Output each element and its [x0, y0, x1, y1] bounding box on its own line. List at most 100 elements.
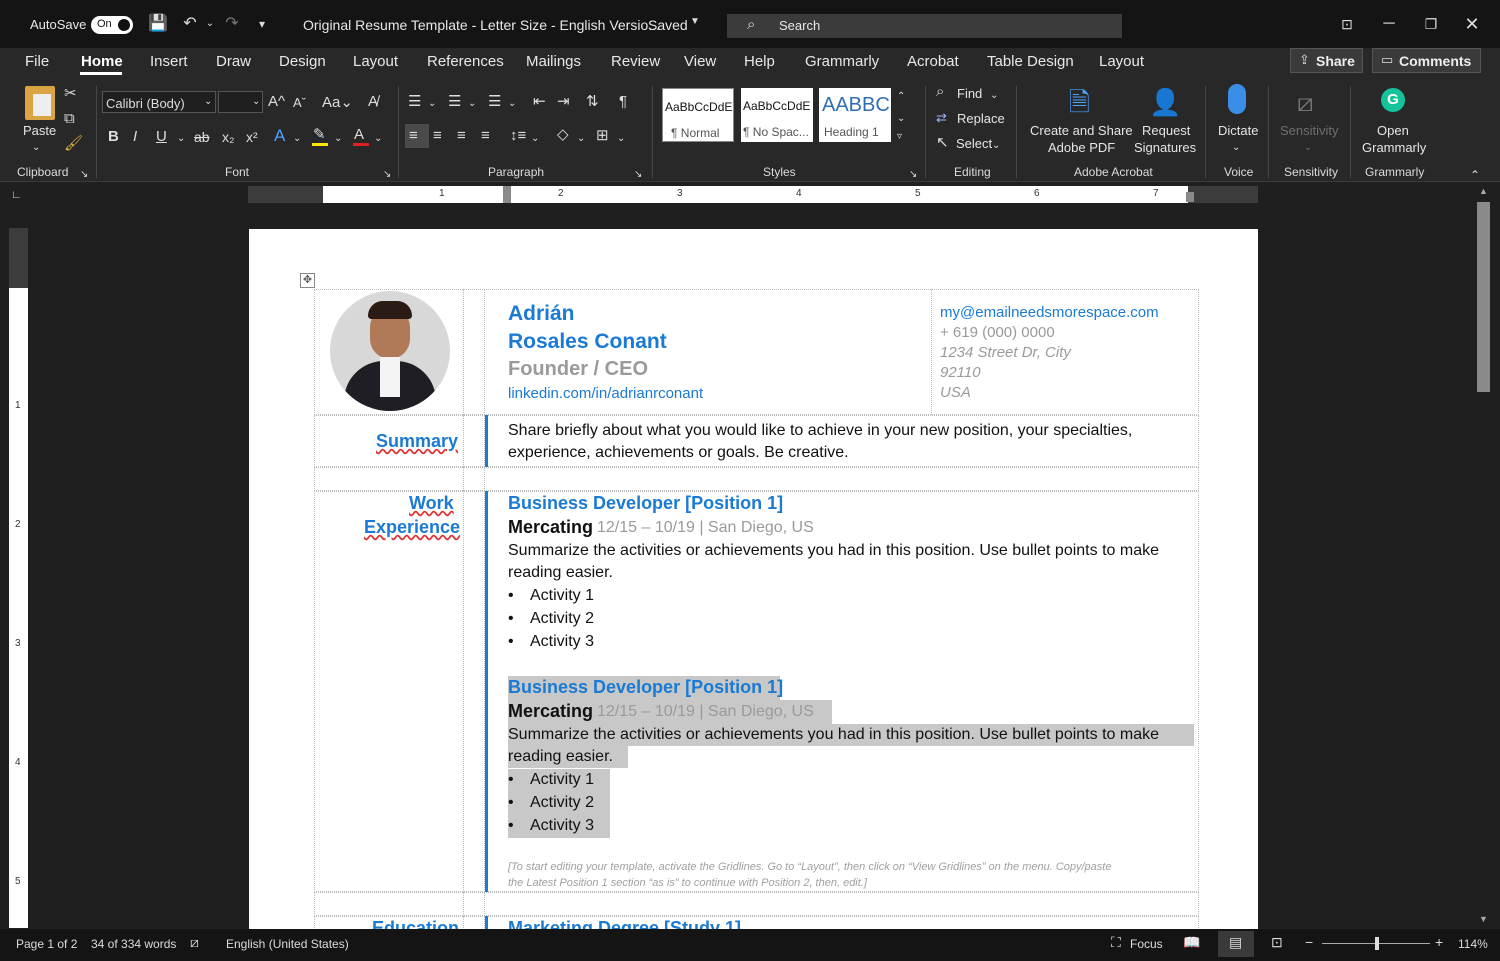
- clear-formatting-icon[interactable]: A̸: [368, 93, 378, 111]
- highlight-icon[interactable]: ✎: [313, 126, 326, 144]
- focus-label[interactable]: Focus: [1130, 937, 1163, 951]
- scroll-thumb[interactable]: [1477, 202, 1490, 392]
- page-count[interactable]: Page 1 of 2: [16, 937, 77, 951]
- tab-table-design[interactable]: Table Design: [987, 53, 1074, 70]
- microphone-icon[interactable]: [1228, 84, 1246, 114]
- paste-icon[interactable]: [25, 86, 55, 120]
- indent-marker[interactable]: [503, 186, 511, 203]
- multilevel-dropdown-icon[interactable]: ⌄: [508, 95, 516, 113]
- search-box[interactable]: ⌕ Search: [727, 14, 1122, 38]
- styles-scroll-down-icon[interactable]: ⌄: [897, 110, 905, 128]
- underline-icon[interactable]: U: [156, 128, 167, 146]
- numbering-icon[interactable]: ☰: [448, 93, 461, 111]
- align-right-icon[interactable]: ≡: [457, 127, 466, 145]
- focus-icon[interactable]: ⛶: [1111, 934, 1121, 951]
- create-share-label[interactable]: Create and Share: [1030, 123, 1133, 138]
- show-formatting-icon[interactable]: ¶: [619, 93, 627, 111]
- autosave-toggle[interactable]: On: [91, 16, 133, 34]
- format-painter-icon[interactable]: 🖌: [64, 135, 83, 153]
- right-indent-marker[interactable]: [1186, 192, 1194, 202]
- horizontal-ruler[interactable]: 1 2 3 4 5 6 7: [248, 186, 1258, 203]
- vertical-scrollbar[interactable]: ▲ ▼: [1476, 186, 1491, 928]
- saved-status[interactable]: Saved: [648, 17, 688, 33]
- share-button[interactable]: ⇪ Share: [1290, 48, 1363, 73]
- shrink-font-icon[interactable]: Aˇ: [293, 94, 306, 112]
- template-note[interactable]: [To start editing your template, activat…: [508, 861, 1111, 873]
- job-company[interactable]: Mercating: [508, 517, 593, 538]
- style-no-spacing[interactable]: AaBbCcDdE ¶ No Spac...: [741, 88, 813, 142]
- word-count[interactable]: 34 of 334 words: [91, 937, 176, 951]
- style-heading-1[interactable]: AABBC( Heading 1: [819, 88, 891, 142]
- zoom-out-icon[interactable]: −: [1305, 934, 1313, 950]
- comments-button[interactable]: ▭ Comments: [1372, 48, 1481, 73]
- change-case-icon[interactable]: Aa⌄: [322, 94, 353, 112]
- align-center-icon[interactable]: ≡: [433, 127, 442, 145]
- dictate-dropdown-icon[interactable]: ⌄: [1232, 139, 1240, 157]
- last-name[interactable]: Rosales Conant: [508, 330, 667, 354]
- styles-launcher-icon[interactable]: ↘: [909, 166, 917, 184]
- borders-dropdown-icon[interactable]: ⌄: [617, 130, 625, 148]
- highlight-dropdown-icon[interactable]: ⌄: [334, 130, 342, 148]
- job-description-cont[interactable]: reading easier.: [508, 564, 613, 582]
- underline-dropdown-icon[interactable]: ⌄: [177, 130, 185, 148]
- align-left-button[interactable]: ≡: [405, 124, 429, 148]
- tab-mailings[interactable]: Mailings: [526, 53, 581, 70]
- tab-home[interactable]: Home: [81, 53, 123, 70]
- bullets-dropdown-icon[interactable]: ⌄: [428, 95, 436, 113]
- numbering-dropdown-icon[interactable]: ⌄: [468, 95, 476, 113]
- redo-icon[interactable]: ↷: [220, 12, 244, 36]
- scroll-down-icon[interactable]: ▼: [1479, 914, 1488, 924]
- select-icon[interactable]: ↖: [936, 134, 949, 152]
- web-layout-icon[interactable]: ⊡: [1271, 934, 1283, 951]
- study-title[interactable]: Marketing Degree [Study 1]: [508, 918, 741, 929]
- save-icon[interactable]: 💾: [146, 12, 170, 36]
- tab-references[interactable]: References: [427, 53, 504, 70]
- superscript-icon[interactable]: x²: [246, 128, 258, 146]
- saved-dropdown-icon[interactable]: ▼: [690, 16, 700, 27]
- font-name-box[interactable]: Calibri (Body) ⌄: [102, 91, 216, 113]
- create-share-label-2[interactable]: Adobe PDF: [1048, 140, 1115, 155]
- tab-acrobat[interactable]: Acrobat: [907, 53, 959, 70]
- copy-icon[interactable]: ⧉: [64, 110, 75, 128]
- scroll-up-icon[interactable]: ▲: [1479, 186, 1488, 196]
- email-link[interactable]: my@emailneedsmorespace.com: [940, 304, 1159, 321]
- template-note-cont[interactable]: the Latest Position 1 section “as is” to…: [508, 877, 867, 889]
- summary-text[interactable]: Share briefly about what you would like …: [508, 420, 1198, 464]
- zip-text[interactable]: 92110: [940, 364, 981, 381]
- tab-view[interactable]: View: [684, 53, 716, 70]
- job-company[interactable]: Mercating: [508, 701, 593, 722]
- line-spacing-dropdown-icon[interactable]: ⌄: [531, 130, 539, 148]
- education-heading[interactable]: Education: [372, 918, 459, 929]
- line-spacing-icon[interactable]: ↕≡: [510, 127, 526, 145]
- find-icon[interactable]: ⌕: [936, 83, 944, 101]
- tab-table-layout[interactable]: Layout: [1099, 53, 1144, 70]
- paste-label[interactable]: Paste: [23, 123, 56, 138]
- customize-toolbar-icon[interactable]: ▾: [250, 12, 274, 36]
- decrease-indent-icon[interactable]: ⇤: [533, 93, 546, 111]
- summary-heading[interactable]: Summary: [376, 431, 458, 452]
- sort-icon[interactable]: ⇅: [586, 93, 599, 111]
- bullets-icon[interactable]: ☰: [408, 93, 421, 111]
- job-description[interactable]: Summarize the activities or achievements…: [508, 726, 1159, 744]
- shading-icon[interactable]: ◇: [557, 126, 569, 144]
- proofing-icon[interactable]: ⧄: [190, 934, 199, 951]
- activity-item[interactable]: Activity 2: [530, 794, 594, 812]
- minimize-icon[interactable]: ─: [1377, 12, 1401, 36]
- strikethrough-icon[interactable]: ab: [194, 128, 210, 146]
- document-page[interactable]: ✥ Adrián Rosales Conant Founder / CEO li…: [249, 229, 1258, 929]
- open-grammarly-label[interactable]: Open: [1377, 123, 1409, 138]
- activity-item[interactable]: Activity 1: [530, 771, 594, 789]
- request-label[interactable]: Request: [1142, 123, 1190, 138]
- replace-icon[interactable]: ⇄: [936, 109, 947, 127]
- select-label[interactable]: Select: [956, 136, 992, 151]
- phone-text[interactable]: + 619 (000) 0000: [940, 324, 1055, 341]
- find-dropdown-icon[interactable]: ⌄: [990, 87, 998, 105]
- grow-font-icon[interactable]: A^: [268, 93, 285, 111]
- grammarly-icon[interactable]: G: [1381, 88, 1405, 112]
- style-normal[interactable]: AaBbCcDdE ¶ Normal: [662, 88, 734, 142]
- table-move-handle-icon[interactable]: ✥: [300, 273, 315, 288]
- paragraph-launcher-icon[interactable]: ↘: [634, 166, 642, 184]
- vertical-ruler[interactable]: 1 2 3 4 5: [9, 228, 28, 928]
- clipboard-launcher-icon[interactable]: ↘: [80, 166, 88, 184]
- bold-icon[interactable]: B: [108, 128, 119, 146]
